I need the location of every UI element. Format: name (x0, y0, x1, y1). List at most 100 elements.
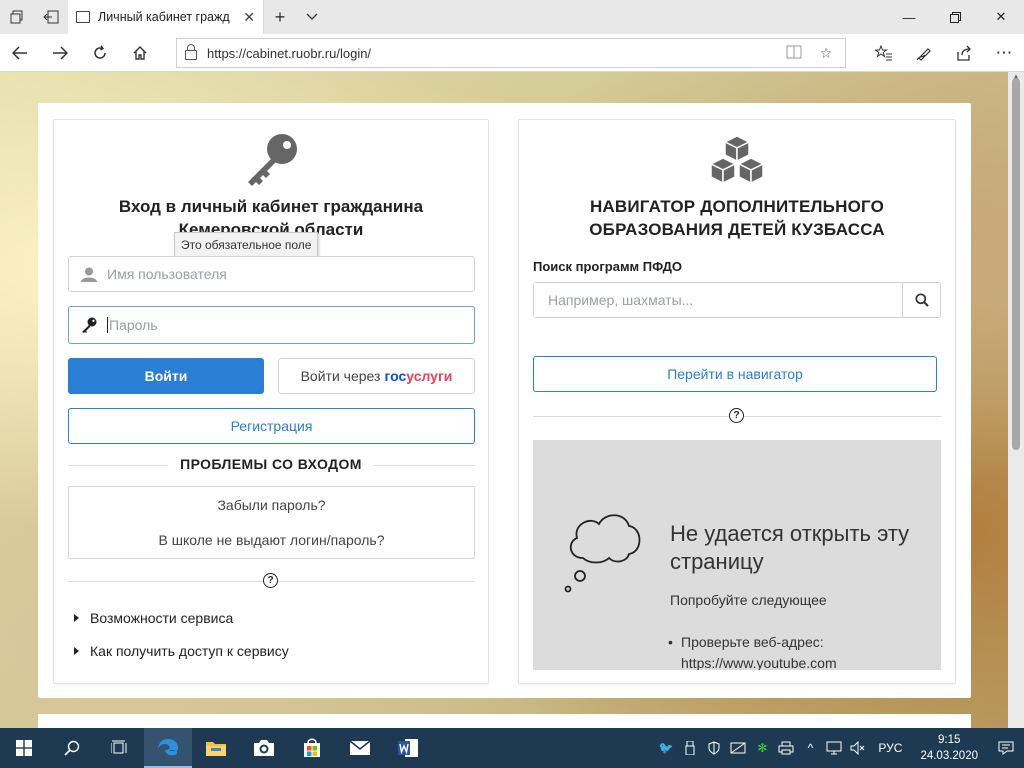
browser-titlebar: Личный кабинет гражд ✕ + — ✕ (0, 0, 1024, 34)
search-icon (914, 293, 929, 307)
error-suggestion-line1: Проверьте веб-адрес: (681, 634, 824, 650)
search-button[interactable] (902, 283, 940, 317)
go-to-navigator-button[interactable]: Перейти в навигатор (533, 356, 937, 392)
antivirus-icon[interactable]: ✻ (750, 728, 774, 768)
text-caret (107, 317, 108, 333)
problems-heading-text: ПРОБЛЕМЫ СО ВХОДОМ (168, 456, 374, 472)
restore-icon[interactable] (932, 0, 978, 34)
home-icon[interactable] (120, 34, 160, 72)
store-icon[interactable] (288, 728, 336, 768)
chevron-up-icon[interactable]: ^ (798, 728, 822, 768)
page-scrollbar[interactable]: ▲ (1008, 72, 1024, 728)
network-off-icon[interactable] (726, 728, 750, 768)
gosuslugi-logo: госуслуги (384, 368, 452, 384)
reading-view-icon[interactable] (783, 45, 805, 62)
browser-toolbar-right: ⋯ (864, 34, 1024, 72)
register-button[interactable]: Регистрация (68, 408, 475, 444)
task-view-icon[interactable] (96, 728, 144, 768)
error-subtitle: Попробуйте следующее (670, 592, 827, 608)
info-item-access[interactable]: Как получить доступ к сервису (74, 643, 289, 659)
page-favicon-icon (76, 11, 90, 23)
error-suggestion: • Проверьте веб-адрес: https://www.youtu… (668, 632, 837, 670)
chevron-down-icon[interactable] (296, 0, 328, 34)
main-container: Вход в личный кабинет гражданина Кемеров… (38, 103, 971, 698)
minimize-icon[interactable]: — (886, 0, 932, 34)
lock-icon[interactable] (185, 44, 197, 60)
favorite-star-icon[interactable]: ☆ (815, 45, 837, 62)
navigator-title-line2: ОБРАЗОВАНИЯ ДЕТЕЙ КУЗБАССА (589, 220, 885, 239)
edge-browser-icon[interactable] (144, 728, 192, 768)
new-tab-icon[interactable]: + (264, 0, 296, 34)
tab-title: Личный кабинет гражд (98, 10, 230, 24)
login-button[interactable]: Войти (68, 358, 264, 394)
input-language[interactable]: РУС (878, 741, 902, 755)
embedded-video-error: Не удается открыть эту страницу Попробуй… (533, 440, 941, 670)
username-input[interactable] (107, 266, 474, 282)
close-tab-icon[interactable]: ✕ (243, 9, 255, 26)
set-tabs-aside-icon[interactable] (34, 0, 68, 34)
navigator-title-line1: НАВИГАТОР ДОПОЛНИТЕЛЬНОГО (589, 197, 885, 216)
thought-cloud-icon (564, 514, 641, 593)
gosuslugi-logo-gos: гос (384, 368, 407, 384)
file-explorer-icon[interactable] (192, 728, 240, 768)
login-card: Вход в личный кабинет гражданина Кемеров… (53, 119, 489, 684)
cubes-icon (709, 134, 765, 189)
info-item-features-label: Возможности сервиса (90, 610, 234, 626)
network-icon[interactable] (822, 728, 846, 768)
problems-heading: ПРОБЛЕМЫ СО ВХОДОМ (54, 456, 488, 472)
web-note-icon[interactable] (904, 34, 944, 72)
school-no-login-link[interactable]: В школе не выдают логин/пароль? (69, 532, 474, 548)
gosuslugi-login-button[interactable]: Войти через госуслуги (278, 358, 475, 394)
password-input[interactable] (109, 317, 474, 333)
url-text[interactable]: https://cabinet.ruobr.ru/login/ (207, 46, 773, 61)
navigator-card: НАВИГАТОР ДОПОЛНИТЕЛЬНОГО ОБРАЗОВАНИЯ ДЕ… (518, 119, 956, 684)
search-label: Поиск программ ПФДО (533, 259, 682, 274)
bullet-dot: • (668, 634, 673, 650)
required-field-tooltip: Это обязательное поле (174, 232, 319, 258)
info-item-features[interactable]: Возможности сервиса (74, 610, 233, 626)
taskbar-clock[interactable]: 9:15 24.03.2020 (920, 732, 978, 764)
action-center-icon[interactable] (988, 728, 1024, 768)
more-options-icon[interactable]: ⋯ (984, 34, 1024, 72)
clock-date: 24.03.2020 (920, 750, 978, 762)
username-field[interactable] (68, 256, 475, 292)
browser-tab-active[interactable]: Личный кабинет гражд ✕ (68, 0, 264, 34)
word-icon[interactable] (384, 728, 432, 768)
share-icon[interactable] (944, 34, 984, 72)
clock-time: 9:15 (938, 734, 961, 746)
windows-taskbar: 🐦 ✻ ^ РУС 9:15 24.03.2020 (0, 728, 1024, 768)
back-icon[interactable] (0, 34, 40, 72)
system-tray: 🐦 ✻ ^ РУС 9:15 24.03.2020 (654, 728, 1024, 768)
program-search-input[interactable] (534, 283, 902, 317)
volume-muted-icon[interactable] (846, 728, 870, 768)
window-controls: — ✕ (886, 0, 1024, 34)
address-bar[interactable]: https://cabinet.ruobr.ru/login/ ☆ (176, 38, 846, 68)
usb-device-icon[interactable] (678, 728, 702, 768)
error-suggestion-line2: https://www.youtube.com (681, 655, 837, 670)
scrollbar-thumb[interactable] (1012, 78, 1020, 450)
refresh-icon[interactable] (80, 34, 120, 72)
security-warning-icon[interactable] (702, 728, 726, 768)
page-background: Вход в личный кабинет гражданина Кемеров… (0, 72, 1008, 728)
search-taskbar-icon[interactable] (48, 728, 96, 768)
mail-icon[interactable] (336, 728, 384, 768)
tray-app-icon[interactable]: 🐦 (654, 728, 678, 768)
camera-app-icon[interactable] (240, 728, 288, 768)
gosuslugi-prefix: Войти через (300, 368, 381, 384)
program-search (533, 282, 941, 318)
navigator-title: НАВИГАТОР ДОПОЛНИТЕЛЬНОГО ОБРАЗОВАНИЯ ДЕ… (519, 195, 955, 241)
password-field[interactable] (68, 306, 475, 344)
tab-actions-icon[interactable] (0, 0, 34, 34)
expand-triangle-icon (74, 614, 79, 622)
forgot-password-link[interactable]: Забыли пароль? (69, 497, 474, 513)
close-window-icon[interactable]: ✕ (978, 0, 1024, 34)
gosuslugi-logo-uslugi: услуги (406, 368, 453, 384)
info-item-access-label: Как получить доступ к сервису (90, 643, 289, 659)
help-icon[interactable]: ? (263, 573, 278, 588)
help-icon[interactable]: ? (729, 408, 744, 423)
key-icon (242, 132, 300, 191)
forward-icon[interactable] (40, 34, 80, 72)
favorites-icon[interactable] (864, 34, 904, 72)
start-windows-icon[interactable] (0, 728, 48, 768)
printer-icon[interactable] (774, 728, 798, 768)
